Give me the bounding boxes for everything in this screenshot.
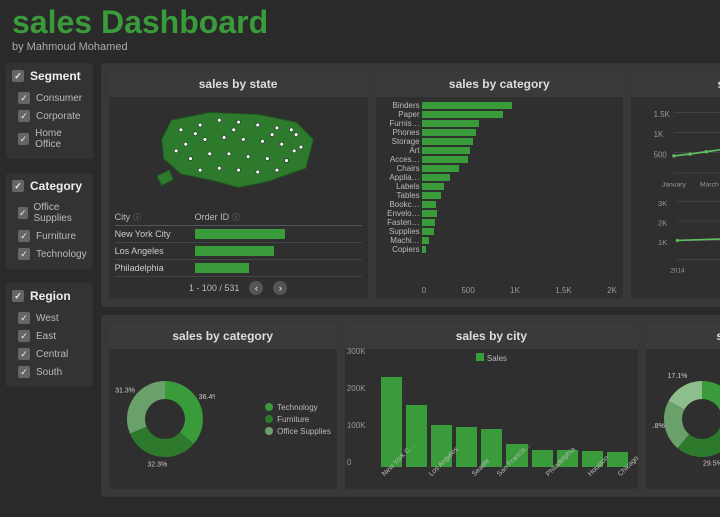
filter-segment: ✓Segment ✓Consumer ✓Corporate ✓Home Offi… — [6, 63, 93, 159]
legend-item[interactable]: Furniture — [265, 415, 331, 424]
svg-text:1K: 1K — [654, 130, 664, 139]
card-sales-by-category-bar: sales by category BindersPaperFurnis…Pho… — [376, 71, 623, 299]
filter-item-corporate[interactable]: ✓Corporate — [12, 107, 87, 125]
table-row[interactable]: Philadelphia — [115, 260, 362, 277]
pager-text: 1 - 100 / 531 — [189, 283, 240, 293]
checkbox-icon: ✓ — [18, 248, 30, 260]
bar-Phones[interactable]: Phones — [382, 128, 617, 136]
card-sales-by-city: sales by city Sales 300K200K100K0 New Yo… — [345, 323, 638, 489]
table-row[interactable]: New York City — [115, 226, 362, 243]
legend-item[interactable]: Office Supplies — [265, 427, 331, 436]
svg-text:21.8%: 21.8% — [652, 423, 665, 430]
bottom-panel: sales by category 36.4% 32.3% 31.3% Techno… — [101, 315, 720, 497]
next-button[interactable]: › — [273, 281, 287, 295]
filter-category: ✓ Category ✓Office Supplies ✓Furniture ✓T… — [6, 173, 93, 269]
bar-Binders[interactable]: Binders — [382, 101, 617, 109]
page-title: sales Dashboard — [0, 0, 720, 41]
svg-text:January: January — [662, 182, 687, 189]
card-title: sales by category — [109, 323, 337, 349]
sidebar: ✓Segment ✓Consumer ✓Corporate ✓Home Offi… — [0, 59, 99, 501]
svg-text:March: March — [700, 182, 719, 189]
info-icon[interactable]: ⓘ — [232, 213, 240, 222]
bar-Envelo…[interactable]: Envelo… — [382, 209, 617, 217]
checkbox-icon: ✓ — [18, 366, 30, 378]
page-subtitle: by Mahmoud Mohamed — [0, 41, 720, 59]
checkbox-icon[interactable]: ✓ — [12, 180, 24, 192]
legend-sales: Sales — [351, 353, 632, 363]
bar-Art[interactable]: Art — [382, 146, 617, 154]
prev-button[interactable]: ‹ — [249, 281, 263, 295]
checkbox-icon: ✓ — [18, 312, 30, 324]
filter-item-office-supplies[interactable]: ✓Office Supplies — [12, 199, 87, 227]
bar-Machi…[interactable]: Machi… — [382, 236, 617, 244]
bar-Paper[interactable]: Paper — [382, 110, 617, 118]
card-title: sales by city — [345, 323, 638, 349]
filter-item-technology[interactable]: ✓Technology — [12, 245, 87, 263]
svg-text:32.3%: 32.3% — [147, 461, 167, 468]
filter-item-furniture[interactable]: ✓Furniture — [12, 227, 87, 245]
bar-Furnis…[interactable]: Furnis… — [382, 119, 617, 127]
filter-title: Region — [30, 289, 71, 303]
bar-Copiers[interactable]: Copiers — [382, 245, 617, 253]
checkbox-icon: ✓ — [18, 110, 30, 122]
checkbox-icon: ✓ — [18, 330, 30, 342]
bar-Labels[interactable]: Labels — [382, 182, 617, 190]
filter-item-consumer[interactable]: ✓Consumer — [12, 89, 87, 107]
top-panel: sales by state — [101, 63, 720, 307]
bar-Applia…[interactable]: Applia… — [382, 173, 617, 181]
card-sales-by-region: sales by region 31.6%29.5%21.8%17.1% Wes… — [646, 323, 720, 489]
svg-text:3K: 3K — [658, 199, 667, 208]
checkbox-icon: ✓ — [18, 348, 30, 360]
filter-title: Segment — [30, 69, 81, 83]
filter-item-south[interactable]: ✓South — [12, 363, 87, 381]
legend-category: Technology Furniture Office Supplies — [265, 403, 331, 436]
filter-title: Category — [30, 179, 82, 193]
bar-Bookc…[interactable]: Bookc… — [382, 200, 617, 208]
checkbox-icon[interactable]: ✓ — [12, 290, 24, 302]
bar-Supplies[interactable]: Supplies — [382, 227, 617, 235]
donut-chart-category[interactable]: 36.4% 32.3% 31.3% — [115, 369, 215, 469]
card-sales-by-state: sales by state — [109, 71, 368, 299]
line-chart-monthly[interactable]: 5001K1.5KJanuaryMarchMayJulySeptemberNov… — [635, 101, 720, 191]
svg-text:1K: 1K — [658, 238, 667, 247]
card-sales-trends: sales trends 5001K1.5KJanuaryMarchMayJul… — [631, 71, 720, 299]
us-map[interactable] — [115, 101, 362, 210]
card-title: sales trends — [631, 71, 720, 97]
card-title: sales by state — [109, 71, 368, 97]
svg-text:29.5%: 29.5% — [703, 461, 720, 468]
info-icon[interactable]: ⓘ — [133, 213, 141, 222]
filter-item-home-office[interactable]: ✓Home Office — [12, 125, 87, 153]
donut-chart-region[interactable]: 31.6%29.5%21.8%17.1% — [652, 369, 720, 469]
bar-Acces…[interactable]: Acces… — [382, 155, 617, 163]
pager: 1 - 100 / 531 ‹ › — [115, 277, 362, 295]
svg-text:31.3%: 31.3% — [115, 387, 135, 394]
filter-region: ✓Region ✓West ✓East ✓Central ✓South — [6, 283, 93, 387]
bar-Fasten…[interactable]: Fasten… — [382, 218, 617, 226]
card-sales-by-category-pie: sales by category 36.4% 32.3% 31.3% Techno… — [109, 323, 337, 489]
svg-text:2K: 2K — [658, 218, 667, 227]
svg-text:500: 500 — [654, 150, 668, 159]
table-header: Cityⓘ Order IDⓘ — [115, 210, 362, 226]
checkbox-icon: ✓ — [18, 92, 30, 104]
checkbox-icon: ✓ — [18, 133, 29, 145]
checkbox-icon[interactable]: ✓ — [12, 70, 24, 82]
bar-Chairs[interactable]: Chairs — [382, 164, 617, 172]
legend-item[interactable]: Technology — [265, 403, 331, 412]
svg-text:2014: 2014 — [670, 268, 685, 275]
filter-item-east[interactable]: ✓East — [12, 327, 87, 345]
checkbox-icon: ✓ — [18, 230, 30, 242]
svg-text:17.1%: 17.1% — [667, 373, 687, 380]
svg-text:1.5K: 1.5K — [654, 110, 671, 119]
bar-Storage[interactable]: Storage — [382, 137, 617, 145]
filter-item-central[interactable]: ✓Central — [12, 345, 87, 363]
card-title: sales by region — [646, 323, 720, 349]
checkbox-icon: ✓ — [18, 207, 28, 219]
table-row[interactable]: Los Angeles — [115, 243, 362, 260]
line-chart-yearly[interactable]: 1K2K3K4K2014201520162017 — [635, 191, 720, 277]
svg-text:36.4%: 36.4% — [198, 394, 214, 401]
bar-Tables[interactable]: Tables — [382, 191, 617, 199]
filter-item-west[interactable]: ✓West — [12, 309, 87, 327]
card-title: sales by category — [376, 71, 623, 97]
